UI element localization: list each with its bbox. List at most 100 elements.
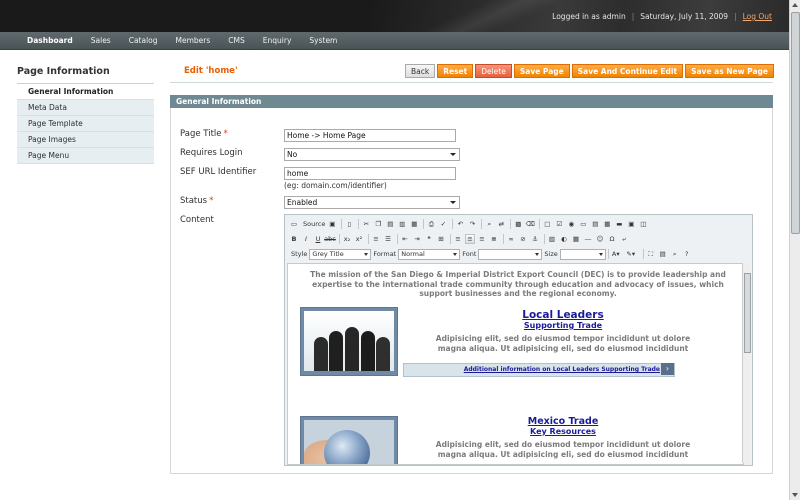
nav-system[interactable]: System — [300, 32, 346, 49]
font-select[interactable] — [478, 248, 543, 260]
local-leaders-heading[interactable]: Local Leaders — [428, 309, 698, 321]
page-title-label: Page Title * — [180, 129, 228, 139]
underline-icon[interactable]: U — [313, 234, 323, 244]
justify-icon[interactable]: ≣ — [489, 234, 499, 244]
indent-icon[interactable]: ⇥ — [412, 234, 422, 244]
back-button[interactable]: Back — [404, 64, 436, 78]
nav-cms[interactable]: CMS — [219, 32, 253, 49]
sidebar-item-page-images[interactable]: Page Images — [17, 132, 154, 148]
image-icon[interactable]: ▧ — [547, 234, 557, 244]
scroll-up-icon[interactable] — [792, 3, 798, 7]
bullet-list-icon[interactable]: ☰ — [383, 234, 393, 244]
paste-word-icon[interactable]: ▦ — [409, 219, 419, 229]
page-scrollbar[interactable] — [789, 0, 800, 500]
horizontal-rule-icon[interactable]: ― — [583, 234, 593, 244]
nav-sales[interactable]: Sales — [82, 32, 120, 49]
anchor-icon[interactable]: ⚓ — [530, 234, 540, 244]
page-break-icon[interactable]: ⤶ — [619, 234, 629, 244]
redo-icon[interactable]: ↷ — [467, 219, 477, 229]
delete-button[interactable]: Delete — [475, 64, 512, 78]
subscript-icon[interactable]: x₂ — [342, 234, 352, 244]
div-container-icon[interactable]: ⊞ — [436, 234, 446, 244]
italic-icon[interactable]: I — [301, 234, 311, 244]
textarea-icon[interactable]: ▤ — [590, 219, 600, 229]
content-label: Content — [180, 215, 214, 225]
blockquote-icon[interactable]: ❝ — [424, 234, 434, 244]
special-char-icon[interactable]: Ω — [607, 234, 617, 244]
sidebar-item-meta-data[interactable]: Meta Data — [17, 100, 154, 116]
radio-icon[interactable]: ◉ — [566, 219, 576, 229]
superscript-icon[interactable]: x² — [354, 234, 364, 244]
unlink-icon[interactable]: ⊘ — [518, 234, 528, 244]
paste-icon[interactable]: ▤ — [385, 219, 395, 229]
find-icon[interactable]: ⌕ — [484, 219, 494, 229]
scrollbar-thumb[interactable] — [791, 12, 800, 234]
remove-format-icon[interactable]: ⌫ — [525, 219, 535, 229]
cut-icon[interactable]: ✂ — [361, 219, 371, 229]
preview-icon[interactable]: ⌕ — [670, 249, 680, 259]
form-icon[interactable]: □ — [542, 219, 552, 229]
save-page-button[interactable]: Save Page — [513, 64, 570, 78]
new-page-icon[interactable]: ▯ — [344, 219, 354, 229]
table-icon[interactable]: ▦ — [571, 234, 581, 244]
scroll-down-icon[interactable] — [792, 493, 798, 497]
additional-info-link[interactable]: Additional information on Local Leaders … — [464, 366, 660, 373]
nav-catalog[interactable]: Catalog — [120, 32, 167, 49]
align-left-icon[interactable]: ≡ — [453, 234, 463, 244]
sidebar-item-page-template[interactable]: Page Template — [17, 116, 154, 132]
paste-text-icon[interactable]: ▥ — [397, 219, 407, 229]
align-center-icon[interactable]: ≡ — [465, 234, 475, 244]
size-select[interactable] — [559, 248, 606, 260]
format-select[interactable]: Normal — [398, 248, 461, 260]
undo-icon[interactable]: ↶ — [455, 219, 465, 229]
logout-link[interactable]: Log Out — [743, 12, 772, 21]
nav-members[interactable]: Members — [167, 32, 220, 49]
arrow-right-icon[interactable]: › — [661, 363, 674, 375]
select-all-icon[interactable]: ▩ — [513, 219, 523, 229]
sef-url-input[interactable]: home — [284, 167, 456, 180]
copy-icon[interactable]: ❐ — [373, 219, 383, 229]
editor-content-area[interactable]: The mission of the San Diego & Imperial … — [287, 263, 744, 465]
reset-button[interactable]: Reset — [437, 64, 474, 78]
save-new-page-button[interactable]: Save as New Page — [685, 64, 774, 78]
nav-enquiry[interactable]: Enquiry — [254, 32, 301, 49]
editor-scrollbar-thumb[interactable] — [744, 273, 751, 353]
supporting-trade-subheading[interactable]: Supporting Trade — [428, 321, 698, 330]
sidebar-item-general-information[interactable]: General Information — [17, 84, 154, 100]
show-blocks-icon[interactable]: ▤ — [658, 249, 668, 259]
image-button-icon[interactable]: ▣ — [626, 219, 636, 229]
smiley-icon[interactable]: ☺ — [595, 234, 605, 244]
outdent-icon[interactable]: ⇤ — [400, 234, 410, 244]
textfield-icon[interactable]: ▭ — [578, 219, 588, 229]
source-button[interactable]: Source — [303, 220, 325, 228]
status-select[interactable]: Enabled — [284, 196, 460, 209]
editor-scrollbar[interactable] — [742, 263, 751, 463]
source-icon[interactable]: ▭ — [289, 219, 299, 229]
link-icon[interactable]: ∞ — [506, 234, 516, 244]
nav-dashboard[interactable]: Dashboard — [18, 32, 82, 49]
replace-icon[interactable]: ⇄ — [496, 219, 506, 229]
sidebar-item-page-menu[interactable]: Page Menu — [17, 148, 154, 164]
mexico-trade-heading[interactable]: Mexico Trade — [428, 416, 698, 427]
save-continue-button[interactable]: Save And Continue Edit — [571, 64, 684, 78]
bold-icon[interactable]: B — [289, 234, 299, 244]
align-right-icon[interactable]: ≡ — [477, 234, 487, 244]
key-resources-subheading[interactable]: Key Resources — [428, 427, 698, 436]
numbered-list-icon[interactable]: ≡ — [371, 234, 381, 244]
text-color-icon[interactable]: A▾ — [611, 249, 621, 259]
flash-icon[interactable]: ◐ — [559, 234, 569, 244]
select-field-icon[interactable]: ▦ — [602, 219, 612, 229]
hidden-field-icon[interactable]: ◫ — [638, 219, 648, 229]
page-title-input[interactable]: Home -> Home Page — [284, 129, 456, 142]
checkbox-icon[interactable]: ☑ — [554, 219, 564, 229]
print-icon[interactable]: ⎙ — [426, 219, 436, 229]
background-color-icon[interactable]: ✎▾ — [623, 249, 639, 259]
maximize-icon[interactable]: ⛶ — [646, 249, 656, 259]
strikethrough-icon[interactable]: abc — [324, 234, 336, 244]
button-field-icon[interactable]: ▬ — [614, 219, 624, 229]
spellcheck-icon[interactable]: ✓ — [438, 219, 448, 229]
about-icon[interactable]: ? — [682, 249, 692, 259]
style-select[interactable]: Grey Title — [309, 248, 372, 260]
save-icon[interactable]: ▣ — [327, 219, 337, 229]
requires-login-select[interactable]: No — [284, 148, 460, 161]
